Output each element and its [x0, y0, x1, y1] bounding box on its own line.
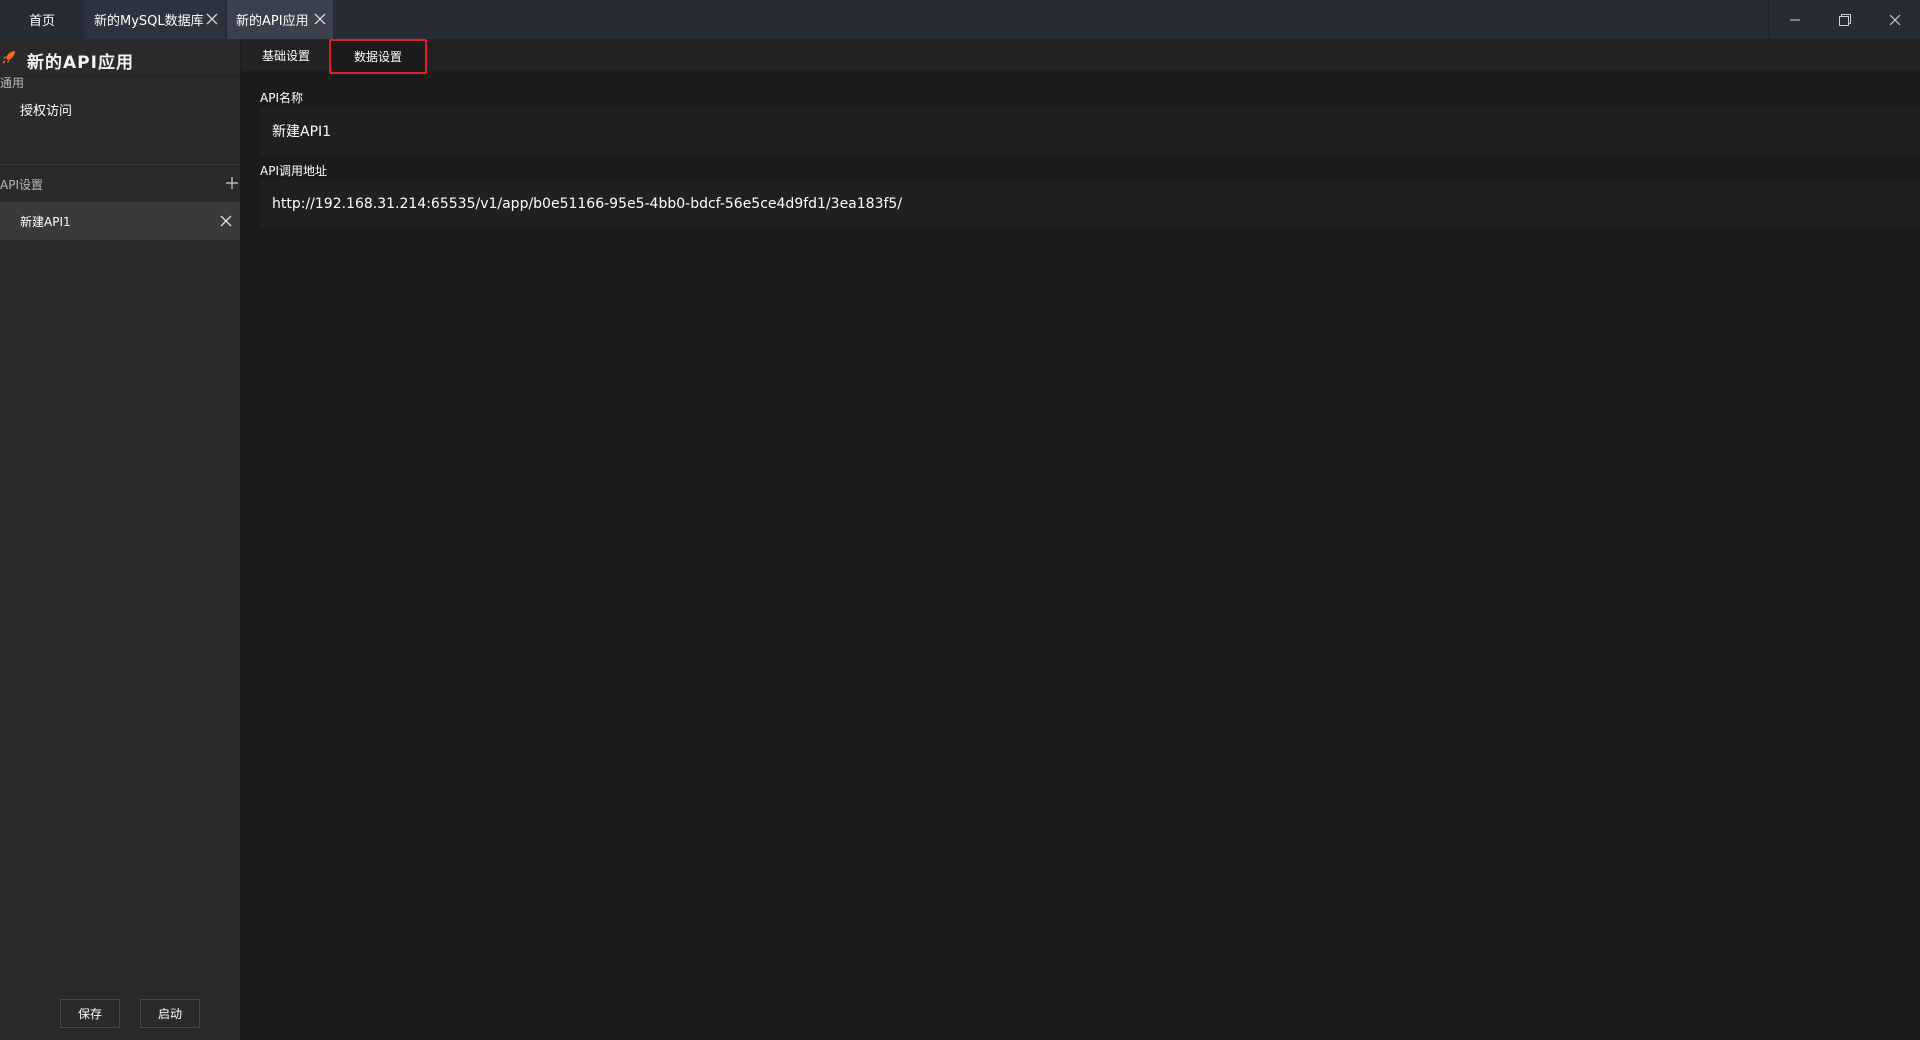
tab-basic-settings[interactable]: 基础设置 [241, 39, 331, 71]
tab-home-label: 首页 [28, 14, 55, 29]
tab-api-app[interactable]: 新的API应用 [227, 0, 333, 39]
api-name-field[interactable]: 新建API1 [260, 107, 1920, 155]
sidebar-divider [0, 164, 240, 165]
api-url-value: http://192.168.31.214:65535/v1/app/b0e51… [272, 196, 903, 212]
minimize-button[interactable] [1770, 0, 1820, 39]
tab-api-app-label: 新的API应用 [236, 14, 309, 29]
close-icon[interactable] [219, 214, 233, 228]
app-title: 新的API应用 [27, 53, 134, 73]
titlebar-divider [1768, 0, 1769, 39]
tab-label: 基础设置 [261, 48, 310, 63]
close-icon[interactable] [313, 12, 327, 26]
sidebar-item-label: 新建API1 [20, 214, 71, 229]
rocket-icon [2, 51, 15, 64]
minimize-icon [1790, 19, 1800, 20]
add-api-button[interactable] [224, 175, 240, 191]
settings-tabs: 基础设置 数据设置 [241, 39, 1920, 74]
sidebar-item-new-api1[interactable]: 新建API1 [0, 202, 240, 240]
window-titlebar: 首页 新的MySQL数据库 新的API应用 [0, 0, 1920, 39]
api-url-label: API调用地址 [260, 164, 327, 178]
api-url-field[interactable]: http://192.168.31.214:65535/v1/app/b0e51… [260, 180, 1920, 228]
sidebar-item-authorized-access[interactable]: 授权访问 [0, 90, 240, 128]
section-label-general: 通用 [0, 76, 25, 90]
start-button[interactable]: 启动 [140, 999, 200, 1028]
main-content: 基础设置 数据设置 API名称 新建API1 API调用地址 http://19… [241, 39, 1920, 1040]
sidebar: 新的API应用 通用 授权访问 API设置 新建API1 保存 启动 [0, 39, 240, 1040]
window-close-button[interactable] [1870, 0, 1920, 39]
api-name-label: API名称 [260, 91, 303, 105]
sidebar-item-label: 授权访问 [20, 103, 73, 119]
close-icon [1889, 14, 1901, 25]
section-label-api-settings: API设置 [0, 178, 43, 192]
tab-home[interactable]: 首页 [0, 0, 84, 39]
restore-button[interactable] [1820, 0, 1870, 39]
app-header: 新的API应用 [0, 39, 240, 77]
tab-data-settings[interactable]: 数据设置 [329, 39, 427, 74]
api-name-value: 新建API1 [272, 124, 332, 140]
save-button[interactable]: 保存 [60, 999, 120, 1028]
tab-label: 数据设置 [353, 50, 402, 64]
tab-mysql-database[interactable]: 新的MySQL数据库 [84, 0, 225, 39]
tab-mysql-database-label: 新的MySQL数据库 [94, 14, 204, 29]
restore-icon [1839, 13, 1851, 26]
close-icon[interactable] [205, 12, 219, 26]
